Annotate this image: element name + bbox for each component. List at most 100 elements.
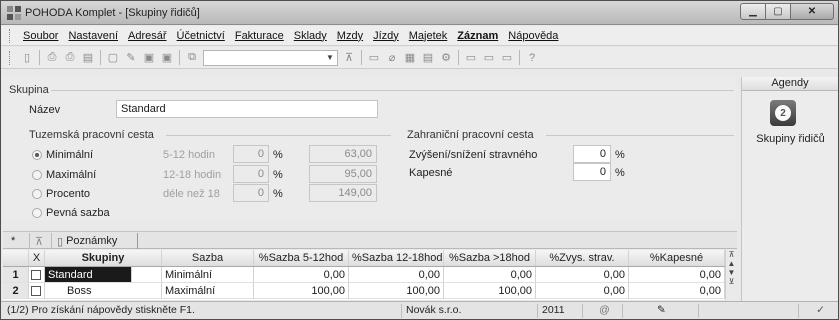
scroll-down-icon[interactable]: ▼ [726,268,737,277]
scroll-top-icon[interactable]: ⊼ [726,250,737,259]
maximize-icon: ▢ [773,6,783,17]
radio-procento[interactable] [32,189,42,199]
menu-jizdy[interactable]: Jízdy [368,30,404,42]
grid-scrollbar[interactable]: ⊼ ▲ ▼ ⊻ [725,250,737,300]
tab-notes[interactable]: ▯ Poznámky [57,233,117,249]
tab-all[interactable]: * [11,233,15,249]
menu-sklady[interactable]: Sklady [289,30,332,42]
pct-5-12[interactable]: 0 [233,145,269,163]
group-icon[interactable]: ⚙ [439,51,453,65]
kapesne-unit: % [615,167,625,179]
pohoda-app-icon [7,6,21,20]
print-icon[interactable]: ⎙ [63,51,77,65]
radio-minimalni-label: Minimální [46,149,94,161]
row-checkbox-cell[interactable] [29,283,45,299]
calculator-icon[interactable]: ▤ [421,51,435,65]
edit-record-icon[interactable]: ✎ [124,51,138,65]
menu-nastaveni[interactable]: Nastavení [63,30,123,42]
pencil-icon: ✎ [657,304,666,316]
toolbar: ▯ ⎙ ⎙ ▤ ▢ ✎ ▣ ▣ ⧉ ▼ ⊼ ▭ ⌀ ▦ ▤ ⚙ ▭ ▭ ▭ ? [1,47,838,69]
radio-minimalni[interactable] [32,150,42,160]
menu-fakturace[interactable]: Fakturace [230,30,289,42]
minimize-button[interactable]: ▁ [740,3,766,20]
col-x[interactable]: X [29,250,45,266]
col-sazba-5-12[interactable]: %Sazba 5-12hod [254,250,349,266]
col-sazba-over-18[interactable]: %Sazba >18hod [444,250,536,266]
open-icon[interactable]: ▯ [20,51,34,65]
link-icon[interactable]: ⌀ [385,51,399,65]
cell-skupiny[interactable]: Standard [45,267,132,283]
cell-kapesne[interactable]: 0,00 [629,283,725,299]
radio-pevna-sazba[interactable] [32,208,42,218]
kapesne-input[interactable]: 0 [573,163,611,181]
cell-zvys-strav[interactable]: 0,00 [536,267,629,283]
menu-soubor[interactable]: Soubor [18,30,63,42]
pct-over-18[interactable]: 0 [233,184,269,202]
kapesne-label: Kapesné [409,167,453,179]
row-checkbox[interactable] [31,270,41,280]
tab-divider [137,233,138,249]
status-empty [698,304,798,318]
menu-mzdy[interactable]: Mzdy [332,30,368,42]
scroll-bottom-icon[interactable]: ⊻ [726,277,737,286]
col-kapesne[interactable]: %Kapesné [629,250,725,266]
toolbar-separator [458,50,459,65]
pct-12-18[interactable]: 0 [233,165,269,183]
save-copy-icon[interactable]: ▣ [160,51,174,65]
close-button[interactable]: ✕ [790,3,834,20]
cell-skupiny[interactable]: Boss [45,283,162,299]
save-icon[interactable]: ▣ [142,51,156,65]
col-zvys-strav[interactable]: %Zvys. strav. [536,250,629,266]
tab-filter-icon[interactable]: ⊼ [35,233,43,249]
menu-napoveda[interactable]: Nápověda [503,30,563,42]
table-icon[interactable]: ▦ [403,51,417,65]
cell-sazba[interactable]: Maximální [162,283,254,299]
amount-12-18[interactable]: 95,00 [309,165,377,183]
agendy-panel: Agendy 2 Skupiny řidičů [741,77,838,301]
preview-icon[interactable]: ▤ [81,51,95,65]
amount-5-12[interactable]: 63,00 [309,145,377,163]
col-sazba[interactable]: Sazba [162,250,254,266]
cell-sazba-over-18[interactable]: 0,00 [444,267,536,283]
menu-zaznam[interactable]: Záznam [452,30,503,42]
agendy-item-skupiny-ridicu[interactable]: Skupiny řidičů [742,133,839,145]
range-over-18: déle než 18 [163,188,220,200]
skupiny-ridicu-icon[interactable]: 2 [770,100,796,126]
scroll-up-icon[interactable]: ▲ [726,259,737,268]
print-preview-icon[interactable]: ⎙ [45,51,59,65]
col-sazba-12-18[interactable]: %Sazba 12-18hod [349,250,444,266]
filter-icon[interactable]: ⊼ [342,51,356,65]
cell-sazba-12-18[interactable]: 100,00 [349,283,444,299]
menu-adresar[interactable]: Adresář [123,30,172,42]
cell-kapesne[interactable]: 0,00 [629,267,725,283]
new-record-icon[interactable]: ▢ [106,51,120,65]
quick-filter-combo[interactable]: ▼ [203,49,338,66]
maximize-button[interactable]: ▢ [765,3,791,20]
window-list-icon[interactable]: ▭ [482,51,496,65]
col-skupiny[interactable]: Skupiny [45,250,162,266]
menu-ucetnictvi[interactable]: Účetnictví [172,30,230,42]
cell-zvys-strav[interactable]: 0,00 [536,283,629,299]
radio-pevna-sazba-label: Pevná sazba [46,207,110,219]
cell-sazba-5-12[interactable]: 0,00 [254,267,349,283]
window-tile-icon[interactable]: ▭ [500,51,514,65]
section-divider [51,90,734,91]
window-icon[interactable]: ▭ [464,51,478,65]
name-input[interactable]: Standard [116,100,378,118]
cell-sazba-12-18[interactable]: 0,00 [349,267,444,283]
zvyseni-input[interactable]: 0 [573,145,611,163]
minimize-icon: ▁ [749,6,757,17]
amount-over-18[interactable]: 149,00 [309,184,377,202]
radio-maximalni[interactable] [32,170,42,180]
help-icon[interactable]: ? [525,51,539,65]
row-checkbox[interactable] [31,286,41,296]
copy-icon[interactable]: ⧉ [185,51,199,65]
cell-sazba[interactable]: Minimální [162,267,254,283]
grid-header: X Skupiny Sazba %Sazba 5-12hod %Sazba 12… [3,250,725,267]
menu-majetek[interactable]: Majetek [404,30,453,42]
chevron-down-icon: ▼ [326,53,334,62]
cell-sazba-5-12[interactable]: 100,00 [254,283,349,299]
select-icon[interactable]: ▭ [367,51,381,65]
row-checkbox-cell[interactable] [29,267,45,283]
cell-sazba-over-18[interactable]: 100,00 [444,283,536,299]
